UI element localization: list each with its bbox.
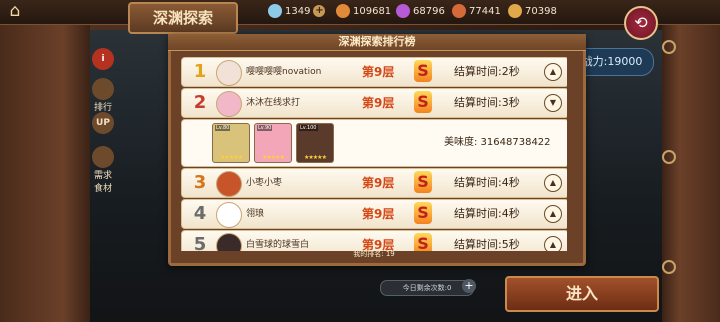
add-crystal-icon[interactable]: + xyxy=(313,5,326,17)
leaderboard-list[interactable]: 1 嘤嘤嘤嘤novation 第9层 S 结算时间:2秒 ▲ 2 沐沐在线求打 … xyxy=(181,55,567,251)
resource-food: 70398 xyxy=(508,3,557,19)
player-name: 翎琅 xyxy=(246,209,265,219)
back-arrow-icon: ⟲ xyxy=(634,13,648,32)
add-attempts-icon[interactable]: + xyxy=(462,279,476,293)
rank-number: 1 xyxy=(193,61,207,82)
leaderboard-row[interactable]: 1 嘤嘤嘤嘤novation 第9层 S 结算时间:2秒 ▲ xyxy=(181,57,567,87)
home-icon[interactable]: ⌂ xyxy=(4,0,26,22)
card-level: Lv.90 xyxy=(257,125,273,131)
resource-value: 1349 xyxy=(285,5,311,17)
resource-value: 70398 xyxy=(525,5,557,17)
left-frame xyxy=(0,0,90,322)
rank-number: 2 xyxy=(193,92,207,113)
resource-value: 68796 xyxy=(413,5,445,17)
sidebar-item-info[interactable]: i xyxy=(92,48,114,70)
card-stars: ★★★★★ xyxy=(220,154,243,161)
floor-label: 第9层 xyxy=(362,96,395,110)
resource-crystal: 1349 + xyxy=(268,3,326,19)
player-avatar[interactable] xyxy=(216,60,242,86)
player-avatar[interactable] xyxy=(216,91,242,117)
food-icon xyxy=(508,4,522,18)
grade-badge: S xyxy=(414,91,432,113)
back-button[interactable]: ⟲ xyxy=(624,6,658,40)
floor-label: 第9层 xyxy=(362,176,395,190)
settle-time: 结算时间:3秒 xyxy=(454,96,520,109)
daily-remaining: 今日剩余次数:0 xyxy=(380,280,474,296)
gem-icon xyxy=(396,4,410,18)
grade-badge: S xyxy=(414,60,432,82)
enter-button[interactable]: 进入 xyxy=(505,276,659,312)
card-level: Lv.100 xyxy=(299,125,318,131)
grade-badge: S xyxy=(414,171,432,193)
leaderboard-icon xyxy=(92,78,114,100)
player-name: 小枣小枣 xyxy=(246,178,283,188)
expand-up-icon[interactable]: ▲ xyxy=(544,205,562,223)
potion-icon xyxy=(336,4,350,18)
up-icon: UP xyxy=(92,112,114,134)
panel-title: 深渊探索排行榜 xyxy=(168,34,586,51)
character-card[interactable]: Lv.90 ★★★★★ xyxy=(254,123,292,163)
my-rank: 我的排名: 19 xyxy=(353,250,395,258)
meat-icon xyxy=(452,4,466,18)
leaderboard-row[interactable]: 4 翎琅 第9层 S 结算时间:4秒 ▲ xyxy=(181,199,567,229)
frame-ornament xyxy=(662,40,676,54)
resource-meat: 77441 xyxy=(452,3,501,19)
taste-score: 美味度: 31648738422 xyxy=(444,137,551,148)
settle-time: 结算时间:2秒 xyxy=(454,65,520,78)
player-name: 沐沐在线求打 xyxy=(246,98,301,108)
grade-badge: S xyxy=(414,202,432,224)
page-title: 深渊探索 xyxy=(128,2,238,34)
player-name: 嘤嘤嘤嘤novation xyxy=(246,67,322,77)
frame-ornament xyxy=(662,260,676,274)
floor-label: 第9层 xyxy=(362,207,395,221)
card-stars: ★★★★★ xyxy=(262,154,285,161)
sidebar-item-label: 需求食材 xyxy=(93,171,112,194)
info-icon: i xyxy=(92,48,114,70)
resource-potion: 109681 xyxy=(336,3,391,19)
sidebar-item-ingredients[interactable]: 需求食材 xyxy=(92,146,114,194)
character-card[interactable]: Lv.80 ★★★★★ xyxy=(212,123,250,163)
settle-time: 结算时间:4秒 xyxy=(454,176,520,189)
character-card[interactable]: Lv.100 ★★★★★ xyxy=(296,123,334,163)
settle-time: 结算时间:4秒 xyxy=(454,207,520,220)
leaderboard-row[interactable]: 2 沐沐在线求打 第9层 S 结算时间:3秒 ▼ xyxy=(181,88,567,118)
sidebar-item-up[interactable]: UP xyxy=(92,112,114,134)
player-avatar[interactable] xyxy=(216,202,242,228)
expand-up-icon[interactable]: ▲ xyxy=(544,63,562,81)
player-avatar[interactable] xyxy=(216,171,242,197)
floor-label: 第9层 xyxy=(362,65,395,79)
card-stars: ★★★★★ xyxy=(304,154,327,161)
resource-gem: 68796 xyxy=(396,3,445,19)
top-bar: ⌂ 1349 + 109681 68796 77441 70398 xyxy=(0,0,720,25)
expand-up-icon[interactable]: ▲ xyxy=(544,174,562,192)
team-detail: Lv.80 ★★★★★ Lv.90 ★★★★★ Lv.100 ★★★★★ 美味度… xyxy=(181,119,567,167)
resource-value: 77441 xyxy=(469,5,501,17)
ingredient-icon xyxy=(92,146,114,168)
crystal-icon xyxy=(268,4,282,18)
rank-number: 3 xyxy=(193,172,207,193)
expand-down-icon[interactable]: ▼ xyxy=(544,94,562,112)
card-level: Lv.80 xyxy=(215,125,231,131)
rank-number: 4 xyxy=(193,203,207,224)
leaderboard-panel: 深渊探索排行榜 1 嘤嘤嘤嘤novation 第9层 S 结算时间:2秒 ▲ 2… xyxy=(168,34,586,266)
resource-value: 109681 xyxy=(353,5,392,17)
frame-ornament xyxy=(662,150,676,164)
leaderboard-row[interactable]: 3 小枣小枣 第9层 S 结算时间:4秒 ▲ xyxy=(181,168,567,198)
